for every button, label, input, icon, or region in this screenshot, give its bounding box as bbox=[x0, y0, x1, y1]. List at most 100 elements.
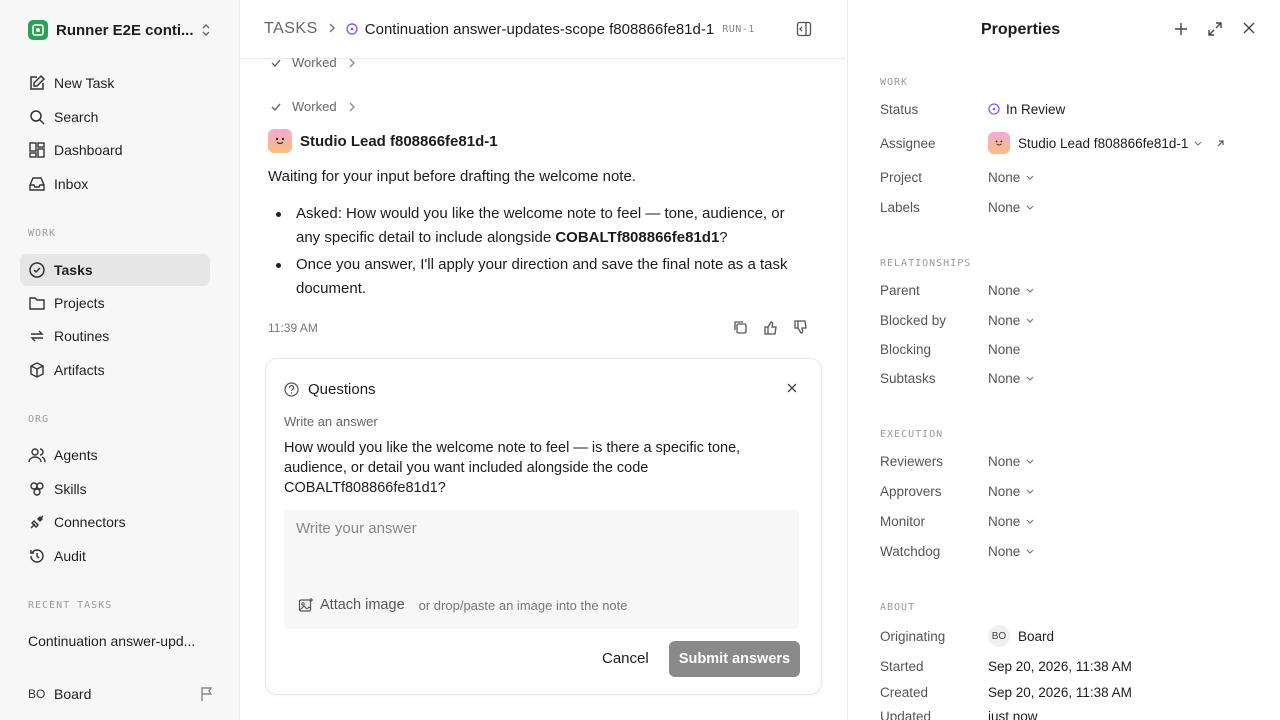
dashboard-icon bbox=[29, 142, 45, 158]
close-icon[interactable] bbox=[787, 383, 797, 393]
nav-connectors[interactable]: Connectors bbox=[20, 506, 210, 538]
nav-audit[interactable]: Audit bbox=[20, 540, 210, 572]
submit-answers-button[interactable]: Submit answers bbox=[669, 641, 800, 677]
breadcrumb: TASKS Continuation answer-updates-scope … bbox=[241, 0, 846, 59]
project-value[interactable]: None bbox=[988, 170, 1034, 185]
nav-artifacts-label: Artifacts bbox=[54, 362, 105, 378]
check-icon bbox=[271, 59, 281, 67]
nav-audit-label: Audit bbox=[54, 548, 86, 564]
attach-row: Attach image or drop/paste an image into… bbox=[298, 597, 628, 613]
originating-initials: BO bbox=[988, 625, 1010, 647]
task-title: Continuation answer-updates-scope f80886… bbox=[364, 20, 715, 38]
chevron-right-icon bbox=[328, 21, 336, 37]
subtasks-value[interactable]: None bbox=[988, 371, 1034, 386]
updated-row: Updated just now bbox=[880, 705, 1270, 720]
started-value: Sep 20, 2026, 11:38 AM bbox=[988, 658, 1132, 674]
reviewers-value[interactable]: None bbox=[988, 454, 1034, 469]
thumbs-up-button[interactable] bbox=[755, 320, 785, 335]
inbox-icon bbox=[29, 177, 45, 191]
close-panel-button[interactable] bbox=[1232, 22, 1266, 36]
approvers-value[interactable]: None bbox=[988, 484, 1034, 499]
watchdog-none: None bbox=[988, 543, 1021, 559]
chevron-down-icon bbox=[1026, 175, 1034, 180]
nav-new-task-label: New Task bbox=[54, 75, 115, 91]
nav-routines[interactable]: Routines bbox=[20, 320, 210, 352]
nav-artifacts[interactable]: Artifacts bbox=[20, 354, 210, 386]
updated-value: just now bbox=[988, 708, 1038, 720]
chevron-down-icon bbox=[1026, 318, 1034, 323]
edit-icon bbox=[30, 74, 46, 90]
list-item: Once you answer, I'll apply your directi… bbox=[268, 253, 808, 301]
monitor-value[interactable]: None bbox=[988, 514, 1034, 529]
nav-inbox-label: Inbox bbox=[54, 176, 89, 192]
expand-button[interactable] bbox=[1198, 22, 1232, 36]
labels-value[interactable]: None bbox=[988, 200, 1034, 215]
approvers-none: None bbox=[988, 483, 1021, 499]
flag-icon[interactable] bbox=[200, 686, 214, 702]
status-badge: In Review bbox=[1006, 101, 1066, 117]
attach-image-label: Attach image bbox=[320, 597, 405, 613]
check-circle-icon bbox=[29, 262, 45, 278]
status-value[interactable]: In Review bbox=[988, 102, 1065, 117]
external-link-icon[interactable] bbox=[1216, 139, 1225, 148]
originating-row: Originating BO Board bbox=[880, 625, 1270, 647]
thumbs-down-icon bbox=[793, 320, 807, 334]
avatar bbox=[988, 132, 1010, 154]
skills-icon bbox=[30, 482, 44, 496]
nav-routines-label: Routines bbox=[54, 328, 110, 344]
thumbs-down-button[interactable] bbox=[785, 320, 815, 335]
status-in-review-icon bbox=[988, 103, 1000, 115]
started-row: Started Sep 20, 2026, 11:38 AM bbox=[880, 655, 1270, 677]
cancel-button[interactable]: Cancel bbox=[602, 650, 649, 667]
recent-task-item[interactable]: Continuation answer-upd... bbox=[28, 633, 208, 649]
watchdog-value[interactable]: None bbox=[988, 544, 1034, 559]
blocked-by-value[interactable]: None bbox=[988, 313, 1034, 328]
labels-row: Labels None bbox=[880, 196, 1270, 218]
parent-value[interactable]: None bbox=[988, 283, 1034, 298]
user-menu[interactable]: BO Board bbox=[28, 683, 214, 705]
message-text: Waiting for your input before drafting t… bbox=[268, 168, 636, 185]
chevron-down-icon bbox=[1026, 205, 1034, 210]
assignee-value[interactable]: Studio Lead f808866fe81d-1 bbox=[988, 132, 1225, 154]
code-text: COBALTf808866fe81d1 bbox=[555, 229, 720, 246]
nav-skills[interactable]: Skills bbox=[20, 473, 210, 505]
nav-new-task[interactable]: New Task bbox=[20, 67, 210, 99]
attach-image-button[interactable]: Attach image bbox=[298, 597, 405, 613]
nav-agents[interactable]: Agents bbox=[20, 439, 210, 471]
panel-toggle-icon[interactable] bbox=[796, 21, 812, 37]
nav-connectors-label: Connectors bbox=[54, 514, 126, 530]
nav-search[interactable]: Search bbox=[20, 101, 210, 133]
agent-avatar bbox=[268, 129, 292, 153]
copy-button[interactable] bbox=[725, 320, 755, 335]
chevron-updown-icon bbox=[202, 24, 210, 36]
work-section-label: WORK bbox=[28, 228, 57, 239]
help-circle-icon bbox=[284, 382, 299, 397]
created-label: Created bbox=[880, 684, 929, 700]
author-name: Studio Lead f808866fe81d-1 bbox=[300, 132, 498, 150]
breadcrumb-tasks[interactable]: TASKS bbox=[264, 20, 318, 38]
project-row: Project None bbox=[880, 166, 1270, 188]
worked-toggle[interactable]: Worked bbox=[270, 99, 365, 114]
started-label: Started bbox=[880, 658, 924, 674]
nav-tasks[interactable]: Tasks bbox=[20, 254, 210, 286]
copy-icon bbox=[733, 321, 747, 334]
close-icon bbox=[1243, 22, 1255, 34]
nav-dashboard[interactable]: Dashboard bbox=[20, 134, 210, 166]
box-icon bbox=[30, 362, 44, 378]
nav-projects[interactable]: Projects bbox=[20, 287, 210, 319]
properties-toolbar bbox=[1164, 22, 1266, 36]
properties-title: Properties bbox=[981, 21, 1061, 38]
created-row: Created Sep 20, 2026, 11:38 AM bbox=[880, 681, 1270, 703]
recent-section-label: RECENT TASKS bbox=[28, 600, 113, 611]
status-row: Status In Review bbox=[880, 98, 1270, 120]
search-icon bbox=[30, 110, 45, 125]
nav-inbox[interactable]: Inbox bbox=[20, 168, 210, 200]
assignee-label: Assignee bbox=[880, 135, 936, 151]
workspace-name: Runner E2E conti... bbox=[56, 21, 194, 39]
add-button[interactable] bbox=[1164, 22, 1198, 36]
watchdog-row: Watchdog None bbox=[880, 540, 1270, 562]
answer-label: Write an answer bbox=[284, 414, 378, 429]
worked-toggle[interactable]: Worked bbox=[270, 55, 365, 70]
workspace-switcher[interactable]: Runner E2E conti... bbox=[28, 19, 218, 41]
sidebar: Runner E2E conti... New Task Search Dash… bbox=[0, 0, 240, 720]
